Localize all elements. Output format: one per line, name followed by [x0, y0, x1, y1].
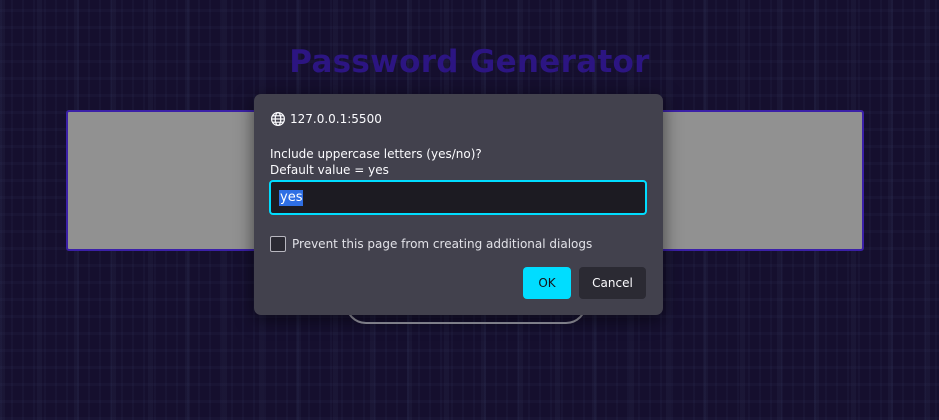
dialog-origin: 127.0.0.1:5500 [270, 111, 382, 127]
prompt-dialog: 127.0.0.1:5500 Include uppercase letters… [254, 94, 663, 315]
dialog-message: Include uppercase letters (yes/no)? Defa… [270, 146, 482, 178]
cancel-button[interactable]: Cancel [579, 267, 646, 299]
prompt-input-value: yes [279, 189, 304, 206]
prevent-dialogs-option[interactable]: Prevent this page from creating addition… [270, 236, 592, 252]
dialog-message-line2: Default value = yes [270, 163, 389, 177]
globe-icon [270, 111, 286, 127]
ok-button[interactable]: OK [523, 267, 571, 299]
dialog-message-line1: Include uppercase letters (yes/no)? [270, 147, 482, 161]
prompt-input[interactable]: yes [269, 180, 647, 215]
prevent-dialogs-checkbox[interactable] [270, 236, 286, 252]
prevent-dialogs-label: Prevent this page from creating addition… [292, 237, 593, 251]
page-title: Password Generator [289, 44, 650, 80]
dialog-origin-text: 127.0.0.1:5500 [290, 112, 382, 126]
